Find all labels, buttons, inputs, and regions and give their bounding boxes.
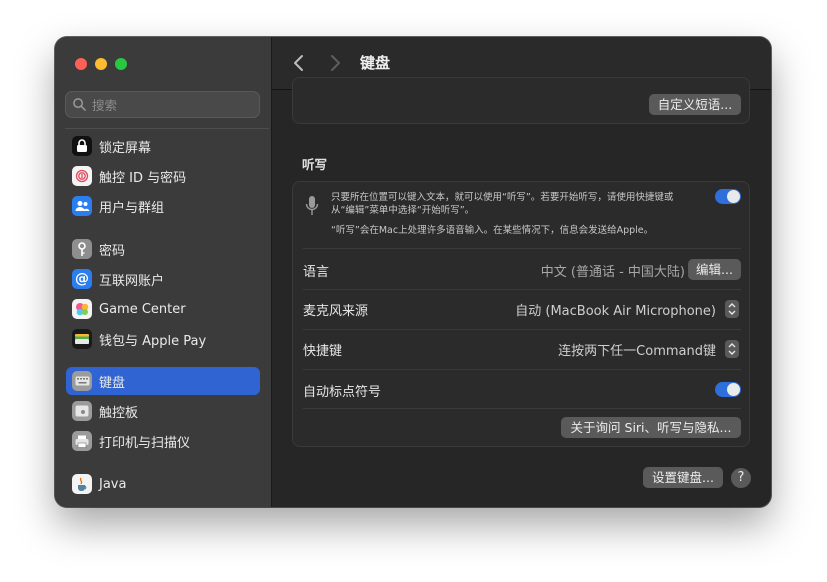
sidebar-item-label: 键盘 — [99, 375, 126, 391]
language-label: 语言 — [303, 265, 330, 280]
sidebar-item-label: 用户与群组 — [99, 200, 165, 216]
sidebar-item-passwords[interactable]: 密码 — [66, 235, 260, 263]
sidebar-item-java[interactable]: Java — [66, 470, 260, 498]
sidebar-item-users-groups[interactable]: 用户与群组 — [66, 192, 260, 220]
dictation-section-title: 听写 — [302, 157, 328, 172]
row-divider — [303, 248, 741, 249]
dictation-group: 只要所在位置可以键入文本，就可以使用“听写”。若要开始听写，请使用快捷键或 从“… — [292, 181, 750, 447]
search-icon — [73, 98, 86, 111]
sidebar-item-label: 密码 — [99, 243, 126, 259]
setup-keyboard-button[interactable]: 设置键盘... — [643, 467, 723, 488]
forward-chevron-icon[interactable] — [328, 54, 342, 72]
sidebar-item-internet-accounts[interactable]: @ 互联网账户 — [66, 265, 260, 293]
page-title: 键盘 — [360, 54, 391, 72]
sidebar-item-label: Game Center — [99, 301, 186, 317]
shortcut-value[interactable]: 连按两下任一Command键 — [558, 340, 716, 359]
close-window-button[interactable] — [75, 58, 87, 70]
search-field[interactable] — [65, 91, 260, 118]
sidebar-item-trackpad[interactable]: 触控板 — [66, 397, 260, 425]
microphone-source-stepper[interactable] — [725, 300, 739, 318]
microphone-source-label: 麦克风来源 — [303, 304, 369, 319]
text-input-group: 自定义短语... — [292, 77, 750, 124]
up-down-chevron-icon — [728, 343, 736, 355]
sidebar-item-printers[interactable]: 打印机与扫描仪 — [66, 427, 260, 455]
sidebar-item-wallet[interactable]: 钱包与 Apple Pay — [66, 325, 260, 353]
minimize-window-button[interactable] — [95, 58, 107, 70]
sidebar-item-label: 触控板 — [99, 405, 139, 421]
trackpad-icon — [72, 401, 92, 421]
row-divider — [303, 289, 741, 290]
users-icon — [72, 196, 92, 216]
sidebar-item-label: 互联网账户 — [99, 273, 165, 289]
back-chevron-icon[interactable] — [292, 54, 306, 72]
settings-window: 锁定屏幕 触控 ID 与密码 用户与群组 密码 @ 互联网账户 — [55, 37, 771, 507]
sidebar-item-label: 钱包与 Apple Pay — [99, 333, 207, 349]
row-divider — [303, 369, 741, 370]
language-value: 中文 (普通话 - 中国大陆) — [540, 265, 685, 280]
sidebar-item-label: 触控 ID 与密码 — [99, 170, 187, 186]
auto-punctuation-toggle[interactable] — [715, 382, 741, 397]
dictation-description-line2: 从“编辑”菜单中选择“开始听写”。 — [331, 205, 475, 216]
keyboard-icon — [72, 371, 92, 391]
fingerprint-icon — [72, 166, 92, 186]
java-icon — [72, 474, 92, 494]
microphone-icon — [305, 196, 319, 215]
language-edit-button[interactable]: 编辑... — [688, 259, 741, 280]
search-input[interactable] — [90, 95, 254, 116]
sidebar-item-label: Java — [99, 476, 127, 492]
dictation-toggle[interactable] — [715, 189, 741, 204]
sidebar-item-label: 打印机与扫描仪 — [99, 435, 191, 451]
text-replacement-button[interactable]: 自定义短语... — [649, 94, 741, 115]
at-sign-icon: @ — [72, 269, 92, 289]
sidebar-item-lock-screen[interactable]: 锁定屏幕 — [66, 132, 260, 160]
row-divider — [303, 408, 741, 409]
shortcut-label: 快捷键 — [303, 344, 343, 359]
shortcut-stepper[interactable] — [725, 340, 739, 358]
main-panel: 键盘 自定义短语... 听写 只要所在位置可以键入文本，就可以使用“听写”。若要… — [272, 37, 771, 507]
dictation-privacy-button[interactable]: 关于询问 Siri、听写与隐私... — [561, 417, 741, 438]
sidebar-item-keyboard[interactable]: 键盘 — [66, 367, 260, 395]
up-down-chevron-icon — [728, 303, 736, 315]
wallet-icon — [72, 329, 92, 349]
dictation-description-line1: 只要所在位置可以键入文本，就可以使用“听写”。若要开始听写，请使用快捷键或 — [331, 192, 674, 203]
sidebar-divider — [65, 128, 269, 129]
printer-icon — [72, 431, 92, 451]
auto-punctuation-label: 自动标点符号 — [303, 385, 382, 400]
microphone-source-value[interactable]: 自动 (MacBook Air Microphone) — [515, 300, 716, 319]
sidebar: 锁定屏幕 触控 ID 与密码 用户与群组 密码 @ 互联网账户 — [55, 37, 272, 507]
game-center-icon — [72, 299, 92, 319]
row-divider — [303, 329, 741, 330]
sidebar-item-game-center[interactable]: Game Center — [66, 295, 260, 323]
lock-icon — [72, 136, 92, 156]
sidebar-item-label: 锁定屏幕 — [99, 140, 152, 156]
dictation-privacy-note: “听写”会在Mac上处理许多语音输入。在某些情况下，信息会发送给Apple。 — [331, 225, 654, 236]
key-icon — [72, 239, 92, 259]
sidebar-item-touch-id[interactable]: 触控 ID 与密码 — [66, 162, 260, 190]
zoom-window-button[interactable] — [115, 58, 127, 70]
help-button[interactable]: ? — [731, 468, 751, 488]
